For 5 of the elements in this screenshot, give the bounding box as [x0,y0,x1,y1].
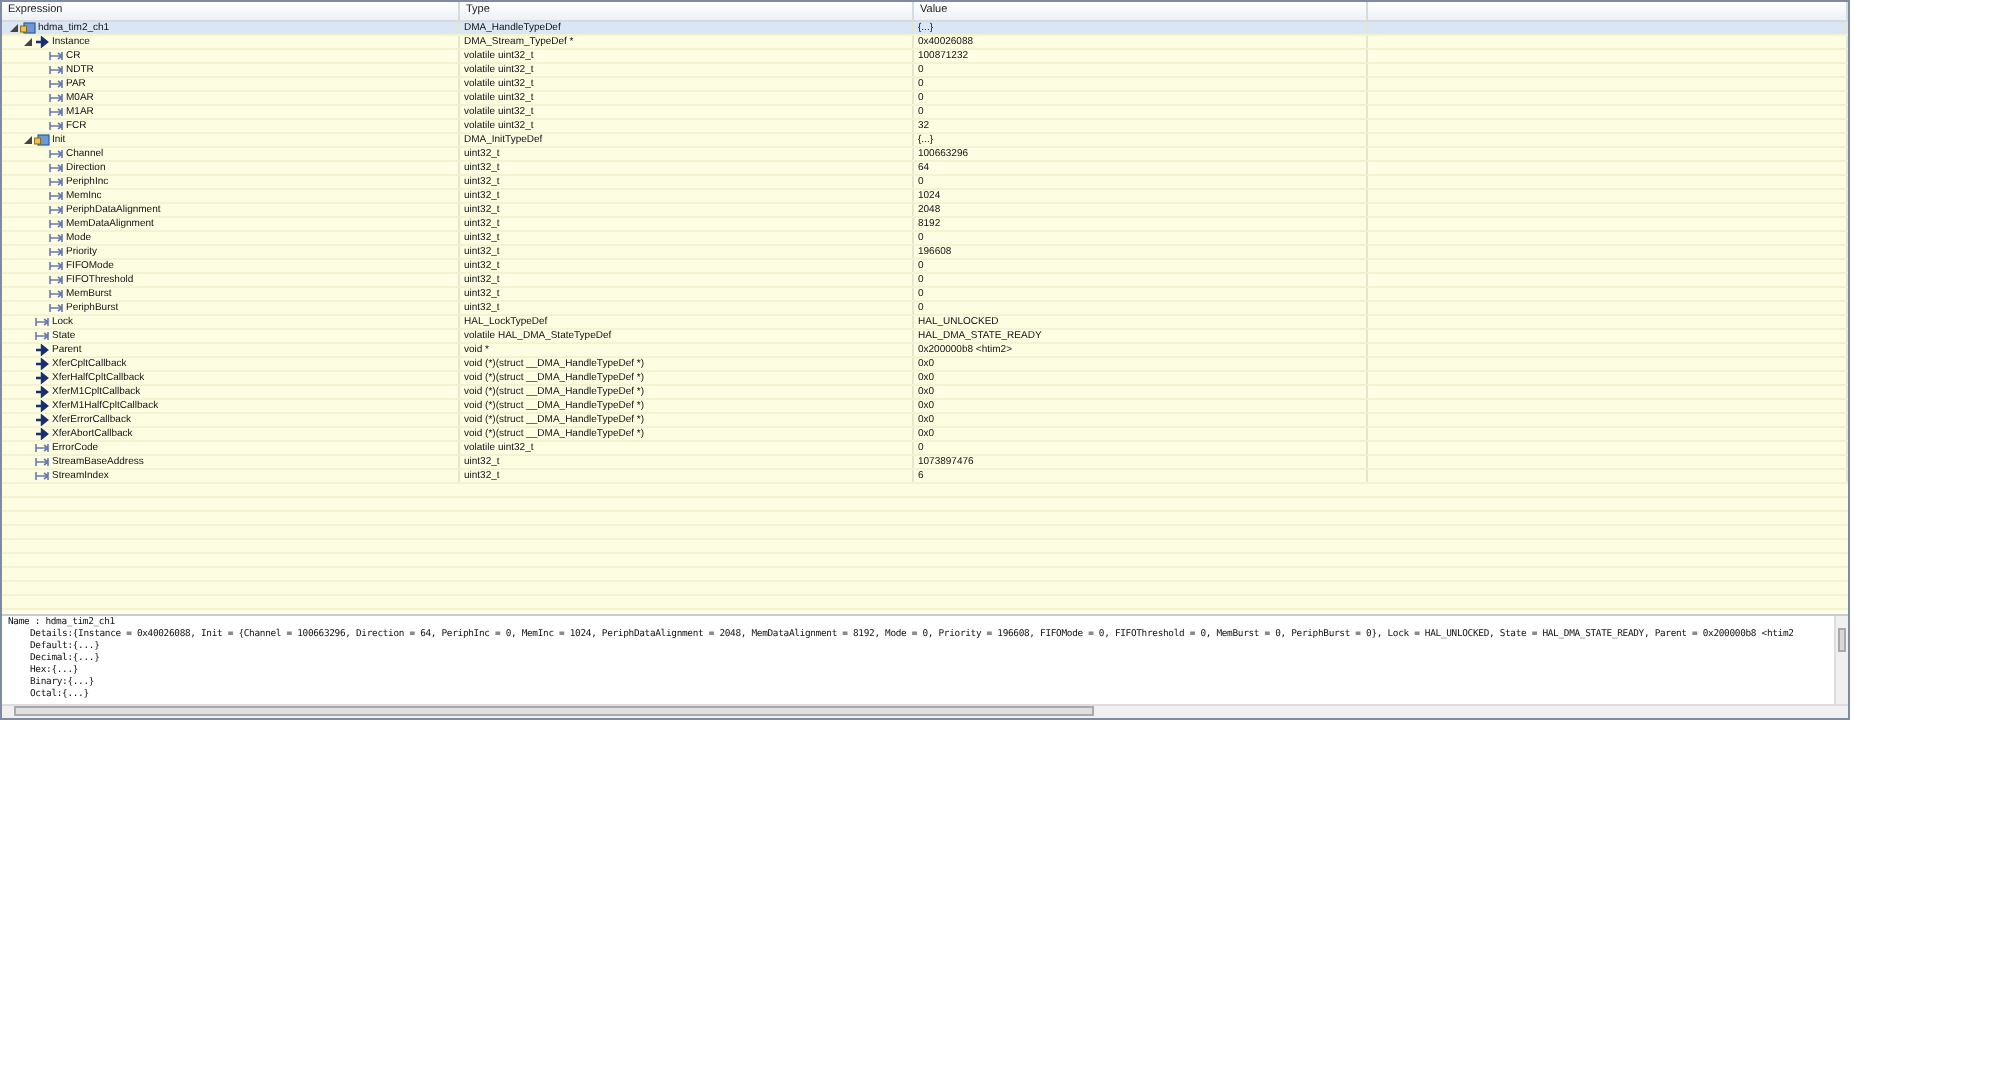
vertical-scrollbar[interactable] [1834,616,1848,704]
struct-icon [34,134,50,146]
arrow-icon [34,36,50,48]
horizontal-scrollbar[interactable] [2,704,1848,718]
struct-icon [20,22,36,34]
